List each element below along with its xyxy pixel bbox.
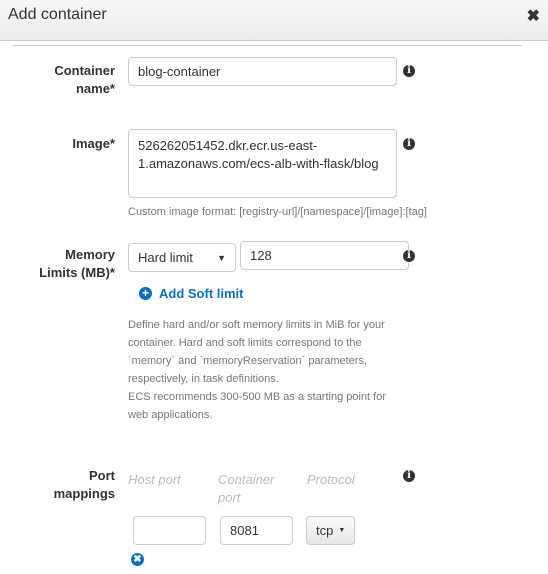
port-mappings-label: Port mappings bbox=[53, 468, 115, 501]
image-help: Custom image format: [registry-url]/[nam… bbox=[128, 206, 427, 218]
remove-port-icon[interactable]: ✖ bbox=[131, 553, 144, 566]
dialog-header: Add container ✖ bbox=[0, 0, 548, 41]
container-port-input[interactable]: 8081 bbox=[220, 516, 293, 545]
container-name-label: Container name* bbox=[54, 63, 115, 96]
add-soft-limit-link[interactable]: + Add Soft limit bbox=[139, 286, 244, 301]
dialog-title: Add container bbox=[8, 6, 107, 23]
limit-type-select[interactable]: Hard limit ▼ bbox=[128, 243, 236, 272]
protocol-header: Protocol bbox=[307, 472, 355, 487]
protocol-dropdown[interactable]: tcp ▼ bbox=[306, 516, 355, 545]
container-port-header: Container port bbox=[218, 472, 275, 505]
info-icon[interactable]: i bbox=[403, 138, 415, 150]
memory-input[interactable]: 128 bbox=[240, 241, 409, 270]
container-name-input[interactable]: blog-container bbox=[128, 57, 397, 86]
caret-down-icon: ▼ bbox=[217, 252, 226, 263]
plus-circle-icon: + bbox=[139, 287, 152, 300]
host-port-header: Host port bbox=[128, 472, 181, 487]
caret-down-icon: ▼ bbox=[338, 527, 346, 534]
info-icon[interactable]: i bbox=[403, 470, 415, 482]
host-port-input[interactable] bbox=[133, 516, 206, 545]
divider bbox=[12, 45, 522, 46]
close-icon[interactable]: ✖ bbox=[527, 6, 540, 26]
memory-label: Memory Limits (MB)* bbox=[39, 247, 115, 280]
info-icon[interactable]: i bbox=[403, 250, 415, 262]
info-icon[interactable]: i bbox=[403, 65, 415, 77]
memory-help: Define hard and/or soft memory limits in… bbox=[128, 319, 387, 421]
image-label: Image* bbox=[72, 136, 115, 151]
image-input[interactable]: 526262051452.dkr.ecr.us-east- 1.amazonaws… bbox=[128, 129, 397, 198]
